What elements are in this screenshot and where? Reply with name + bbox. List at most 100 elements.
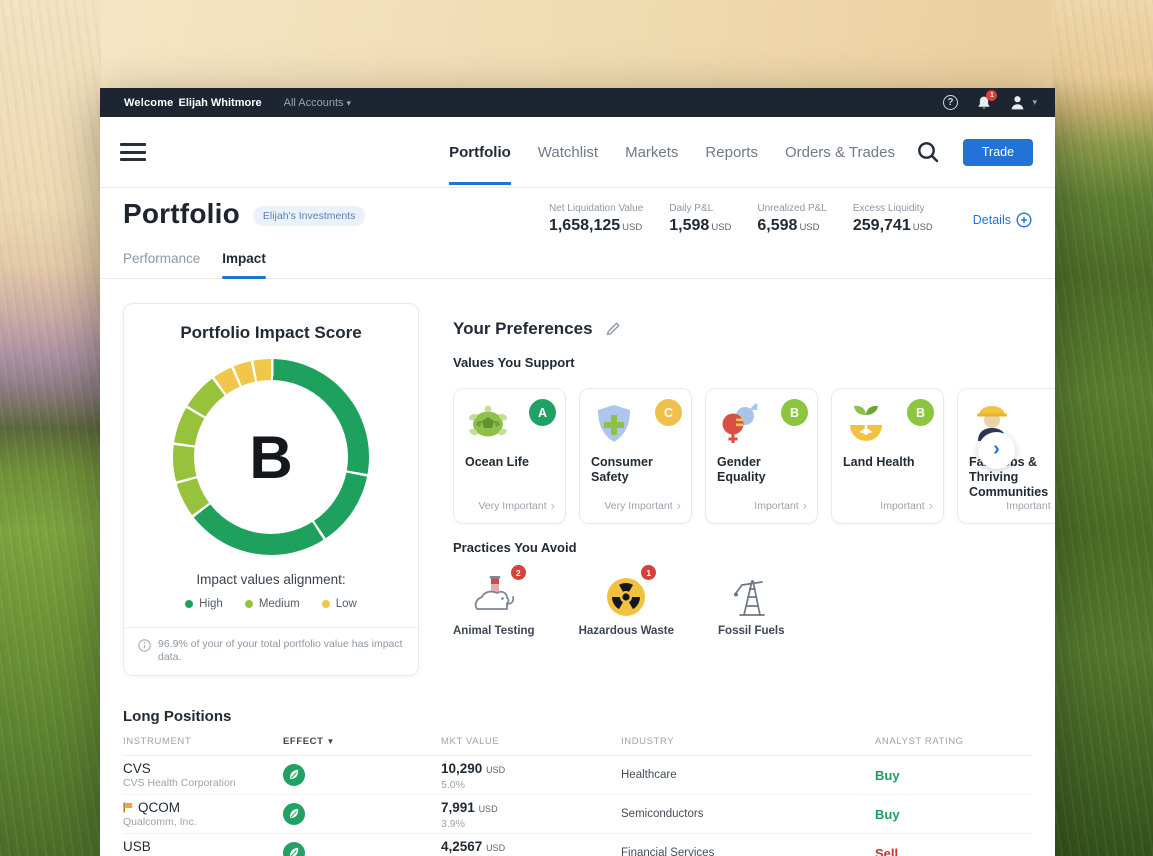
grade-badge: B [907,399,934,426]
notification-badge: 1 [986,90,997,101]
hazardous-waste-icon [605,575,647,617]
background-photo-left [0,0,101,856]
menu-button[interactable] [120,143,146,161]
tab-performance[interactable]: Performance [123,251,200,278]
values-support-title: Values You Support [453,355,1055,370]
edit-preferences-button[interactable] [605,321,621,337]
table-row[interactable]: QCOM Qualcomm, Inc. 7,991 USD 3.9% Semic… [123,795,1032,834]
effect-leaf-icon [283,764,441,786]
carousel-next-button[interactable]: › [978,432,1015,469]
effect-leaf-icon [283,842,441,856]
chevron-down-icon: ▾ [347,98,352,108]
col-industry[interactable]: INDUSTRY [621,736,875,747]
col-mkt-value[interactable]: MKT VALUE [441,736,621,747]
gender-icon [716,401,764,447]
preferences-title: Your Preferences [453,319,593,339]
nav-portfolio[interactable]: Portfolio [449,120,511,185]
avoid-fossil-fuels[interactable]: Fossil Fuels [718,565,784,637]
screen: Welcome Elijah Whitmore All Accounts▾ ? … [0,0,1153,856]
info-icon [138,639,151,652]
chevron-right-icon: › [803,499,807,512]
page-scroll[interactable]: Portfolio Elijah's Investments Net Liqui… [100,188,1055,856]
stat-net-liquidation: Net Liquidation Value 1,658,125USD [549,203,643,235]
pencil-icon [605,321,621,337]
nav-markets[interactable]: Markets [625,120,678,185]
avoid-practices-list: 2 Animal Testing [453,565,1055,637]
legend-low: Low [322,598,357,610]
nav-watchlist[interactable]: Watchlist [538,120,598,185]
portfolio-tabs: Performance Impact [100,235,1055,279]
avoid-count-badge: 1 [641,565,656,580]
analyst-rating[interactable]: Sell [875,846,1032,856]
impact-score-title: Portfolio Impact Score [124,304,418,343]
analyst-rating[interactable]: Buy [875,807,1032,822]
main-nav: Portfolio Watchlist Markets Reports Orde… [100,117,1055,188]
page-title: Portfolio [123,198,240,230]
impact-data-footnote: 96.9% of your of your total portfolio va… [124,627,418,675]
chevron-right-icon: › [929,499,933,512]
details-button[interactable]: Details [973,203,1032,228]
analyst-rating[interactable]: Buy [875,768,1032,783]
top-bar: Welcome Elijah Whitmore All Accounts▾ ? … [100,88,1055,117]
accounts-dropdown[interactable]: All Accounts▾ [284,97,351,109]
long-positions-title: Long Positions [123,708,1032,725]
account-stats: Net Liquidation Value 1,658,125USD Daily… [549,198,1032,235]
sort-caret-icon: ▼ [327,737,336,746]
welcome-label: Welcome [124,97,174,109]
portfolio-header: Portfolio Elijah's Investments Net Liqui… [100,188,1055,235]
background-photo-right [1052,0,1153,856]
col-instrument[interactable]: INSTRUMENT [123,736,283,747]
legend-medium: Medium [245,598,300,610]
value-card-consumer-safety[interactable]: C Consumer Safety Very Important› [579,388,692,524]
impact-grade: B [173,359,369,555]
user-menu-button[interactable]: ▾ [1009,94,1037,111]
animal-testing-icon [471,575,517,617]
avoid-count-badge: 2 [511,565,526,580]
chevron-right-icon: › [677,499,681,512]
avoid-hazardous-waste[interactable]: 1 Hazardous Waste [579,565,674,637]
plus-circle-icon [1016,212,1032,228]
table-row[interactable]: CVS CVS Health Corporation 10,290 USD 5.… [123,756,1032,795]
flag-icon [123,802,133,813]
user-name: Elijah Whitmore [179,97,262,109]
legend-dot-high [185,600,193,608]
account-badge: Elijah's Investments [253,206,365,226]
grade-badge: C [655,399,682,426]
impact-score-card: Portfolio Impact Score B Impact values a… [123,303,419,676]
legend-dot-low [322,600,330,608]
preferences-section: Your Preferences Values You Support [453,303,1055,676]
value-card-land-health[interactable]: B Land Health Important› [831,388,944,524]
search-button[interactable] [915,139,941,165]
long-positions-section: Long Positions INSTRUMENT EFFECT▼ MKT VA… [100,676,1055,856]
tab-impact[interactable]: Impact [222,251,266,278]
nav-reports[interactable]: Reports [705,120,758,185]
value-cards-carousel: A Ocean Life Very Important› C Consumer … [453,388,1055,524]
seedling-icon [842,401,890,447]
notifications-button[interactable]: 1 [975,94,993,112]
stat-excess-liquidity: Excess Liquidity 259,741USD [853,203,933,235]
chevron-down-icon: ▾ [1032,97,1037,108]
shield-icon [590,401,638,447]
stat-unrealized-pnl: Unrealized P&L 6,598USD [757,203,826,235]
legend-dot-medium [245,600,253,608]
alignment-legend: High Medium Low [124,598,418,610]
table-row[interactable]: USB U.S. Bancorp 4,2567 USD 2.6% Financi… [123,834,1032,856]
nav-orders-trades[interactable]: Orders & Trades [785,120,895,185]
col-analyst-rating[interactable]: ANALYST RATING [875,736,1032,747]
practices-avoid-title: Practices You Avoid [453,540,1055,555]
alignment-label: Impact values alignment: [124,572,418,587]
help-icon: ? [943,95,958,110]
col-effect[interactable]: EFFECT▼ [283,736,441,747]
help-button[interactable]: ? [941,94,959,112]
trade-button[interactable]: Trade [963,139,1033,166]
search-icon [915,139,941,165]
avoid-animal-testing[interactable]: 2 Animal Testing [453,565,535,637]
avatar-icon [1009,94,1026,111]
grade-badge: B [781,399,808,426]
grade-badge: A [529,399,556,426]
fossil-fuels-icon [728,575,774,617]
value-card-gender-equality[interactable]: B Gender Equality Important› [705,388,818,524]
chevron-right-icon: › [551,499,555,512]
value-card-ocean-life[interactable]: A Ocean Life Very Important› [453,388,566,524]
app-window: Welcome Elijah Whitmore All Accounts▾ ? … [100,88,1055,856]
